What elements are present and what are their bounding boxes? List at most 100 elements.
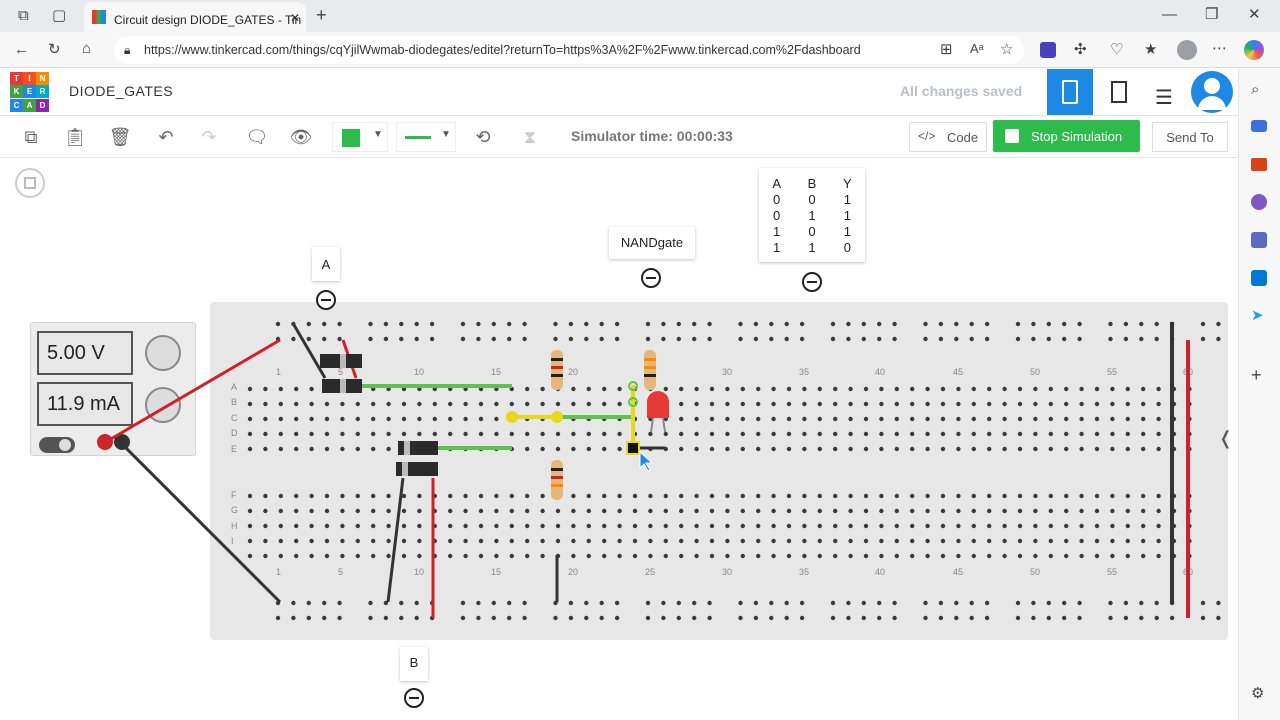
current-knob[interactable] <box>145 387 181 423</box>
column-number: 10 <box>414 367 425 377</box>
negative-terminal[interactable] <box>114 434 130 450</box>
truth-table-header: A <box>772 176 781 191</box>
power-supply[interactable]: 5.00 V 11.9 mA <box>30 322 196 456</box>
column-number: 10 <box>414 567 425 577</box>
current-display: 11.9 mA <box>37 382 133 426</box>
logo-letter: C <box>10 98 23 112</box>
redo-icon[interactable]: ↷ <box>194 122 224 152</box>
people-icon[interactable] <box>1251 232 1267 248</box>
minimize-icon[interactable]: — <box>1162 7 1177 22</box>
close-tab-icon[interactable]: ✕ <box>290 11 300 25</box>
notes-icon[interactable]: 🗨︎ <box>242 122 272 152</box>
row-letter: F <box>231 490 237 500</box>
column-number: 5 <box>338 367 344 377</box>
delete-icon[interactable]: 🗑︎ <box>105 122 135 152</box>
row-letter: A <box>231 382 238 392</box>
stop-simulation-button[interactable]: Stop Simulation <box>993 120 1140 152</box>
positive-terminal[interactable] <box>97 434 113 450</box>
lock-icon: 🔒︎ <box>124 43 131 57</box>
paste-icon[interactable]: 📋︎ <box>60 122 90 152</box>
collapse-note-icon[interactable] <box>641 268 661 288</box>
performance-icon[interactable]: ♡ <box>1110 42 1123 57</box>
shopping-icon[interactable] <box>1251 120 1267 132</box>
schematic-view-button[interactable] <box>1097 69 1143 115</box>
logo-letter: I <box>23 72 36 85</box>
profile-avatar[interactable] <box>1177 40 1197 60</box>
add-sidebar-app-icon[interactable]: + <box>1251 366 1262 384</box>
logo-letter: R <box>36 85 49 99</box>
favorite-star-icon[interactable]: ☆ <box>1000 42 1013 57</box>
column-number: 45 <box>953 567 964 577</box>
truth-table-cell: 0 <box>808 192 816 207</box>
browser-tab[interactable]: Circuit design DIODE_GATES - Tin ✕ <box>84 2 306 32</box>
restore-icon[interactable]: ❐ <box>1205 7 1218 22</box>
collapse-note-icon[interactable] <box>316 290 336 310</box>
list-icon: ☰ <box>1155 87 1173 109</box>
user-avatar[interactable] <box>1191 71 1233 113</box>
tinkercad-logo[interactable]: T I N K E R C A D <box>10 72 50 112</box>
new-tab-icon[interactable]: + <box>316 6 327 24</box>
favorites-icon[interactable]: ★ <box>1144 42 1157 57</box>
games-icon[interactable] <box>1251 194 1267 210</box>
outlook-icon[interactable] <box>1251 270 1267 286</box>
url-field[interactable]: 🔒︎ https://www.tinkercad.com/things/cqYj… <box>114 36 1024 64</box>
note-nandgate[interactable]: NANDgate <box>609 227 695 259</box>
more-menu-icon[interactable]: ⋯ <box>1212 41 1227 56</box>
component-list-button[interactable]: ☰ <box>1145 69 1191 115</box>
search-icon[interactable]: ⌕ <box>1251 82 1259 97</box>
code-button[interactable]: </> Code <box>909 122 987 152</box>
truth-table-cell: 0 <box>773 208 781 223</box>
logo-letter: A <box>23 98 36 112</box>
wire-color-dropdown[interactable]: ▼ <box>332 122 388 152</box>
note-b[interactable]: B <box>400 647 428 681</box>
flip-icon[interactable]: ⧗ <box>515 122 545 152</box>
column-number: 25 <box>645 367 656 377</box>
column-number: 1 <box>276 367 282 377</box>
home-icon[interactable]: ⌂ <box>82 41 91 56</box>
note-truth-table[interactable]: ABY 001011101110 <box>759 168 865 262</box>
workspaces-icon[interactable]: ⧉ <box>18 8 29 23</box>
circuit-view-button[interactable] <box>1047 69 1093 115</box>
sidebar-settings-icon[interactable]: ⚙ <box>1251 686 1264 701</box>
undo-icon[interactable]: ↶ <box>151 122 181 152</box>
split-screen-icon[interactable]: ⊞ <box>940 42 953 57</box>
truth-table-header: B <box>807 176 817 191</box>
voltage-knob[interactable] <box>145 335 181 371</box>
browser-tab-bar: ⧉ ▢ Circuit design DIODE_GATES - Tin ✕ +… <box>0 0 1280 32</box>
truth-table-cell: 1 <box>773 224 781 239</box>
extensions-puzzle-icon[interactable]: ✣ <box>1074 42 1087 57</box>
column-number: 55 <box>1107 567 1118 577</box>
fit-view-button[interactable] <box>15 168 45 198</box>
column-number: 15 <box>491 567 502 577</box>
wire-type-dropdown[interactable]: ▼ <box>396 122 456 152</box>
stop-icon <box>1005 129 1019 143</box>
collapse-note-icon[interactable] <box>404 688 424 708</box>
notes-visibility-icon[interactable]: 👁︎ <box>286 122 316 152</box>
reload-icon[interactable]: ↻ <box>48 42 61 57</box>
copy-icon[interactable]: ⧉ <box>16 122 46 152</box>
avatar-body-icon <box>1198 96 1226 110</box>
extension-icon[interactable] <box>1040 42 1056 58</box>
truth-table-row: 0 0 1 <box>759 192 865 208</box>
note-a[interactable]: A <box>312 247 340 281</box>
truth-table-row: 1 0 1 <box>759 224 865 240</box>
rotate-icon[interactable]: ⟲ <box>468 122 498 152</box>
breadboard-holes <box>247 321 1221 621</box>
breadboard[interactable] <box>210 302 1228 640</box>
close-window-icon[interactable]: ✕ <box>1248 7 1261 22</box>
send-to-button[interactable]: Send To <box>1152 122 1228 152</box>
copilot-icon[interactable] <box>1244 40 1264 60</box>
truth-table-cell: 1 <box>808 208 816 223</box>
back-icon[interactable]: ← <box>14 42 29 57</box>
send-icon[interactable]: ➤ <box>1251 308 1264 323</box>
collapse-panel-icon[interactable]: ❬ <box>1218 428 1233 449</box>
design-title[interactable]: DIODE_GATES <box>69 83 173 99</box>
url-text: https://www.tinkercad.com/things/cqYjilW… <box>144 43 861 57</box>
power-toggle[interactable] <box>39 437 75 453</box>
tab-actions-icon[interactable]: ▢ <box>52 8 66 23</box>
address-bar-row: ← ↻ ⌂ 🔒︎ https://www.tinkercad.com/thing… <box>0 32 1280 68</box>
row-letter: G <box>231 505 239 516</box>
tools-icon[interactable] <box>1251 158 1267 171</box>
read-aloud-icon[interactable]: Aᵃ <box>970 42 984 55</box>
collapse-note-icon[interactable] <box>802 272 822 292</box>
